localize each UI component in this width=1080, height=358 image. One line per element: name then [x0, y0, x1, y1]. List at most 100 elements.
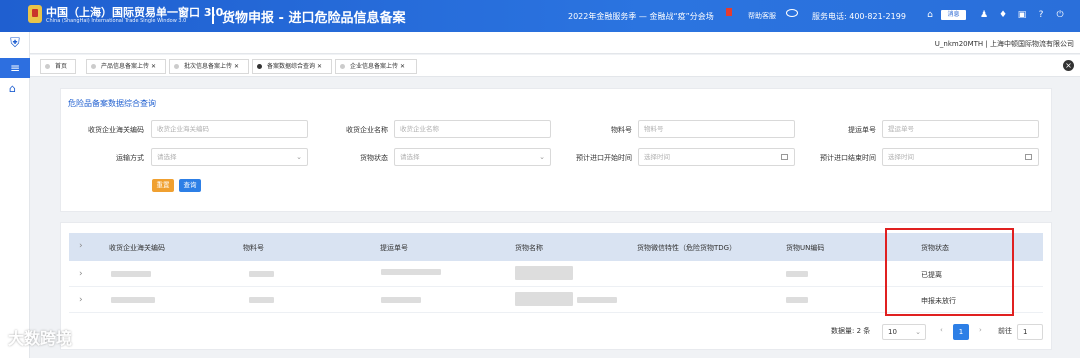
tab-label: 备案数据综合查询 — [267, 63, 316, 70]
calendar-icon — [1025, 154, 1032, 160]
chevron-down-icon: ⌄ — [539, 153, 545, 161]
chevron-down-icon: ⌄ — [915, 328, 921, 336]
cargo-status-select[interactable]: 请选择 ⌄ — [394, 148, 551, 166]
page-size-value: 10 — [888, 328, 897, 336]
column-header: 货物微信特性（危险货物TDG） — [637, 244, 737, 252]
column-header: 货物名称 — [515, 244, 543, 252]
tab-company-upload[interactable]: 企业信息备案上传 ✕ — [335, 59, 417, 74]
app-logo-icon: ⛨ — [10, 36, 20, 51]
close-all-icon[interactable]: × — [1063, 60, 1074, 71]
column-header: 物料号 — [243, 244, 264, 252]
next-page-icon[interactable]: › — [979, 326, 982, 334]
prev-page-icon[interactable]: ‹ — [940, 326, 943, 334]
column-header: 收货企业海关编码 — [109, 244, 165, 252]
field-label: 预计进口结束时间 — [820, 154, 876, 162]
chevron-right-icon: › — [79, 241, 83, 251]
tab-product-upload[interactable]: 产品信息备案上传 ✕ — [86, 59, 166, 74]
tab-dot-icon — [340, 64, 345, 69]
help-icon[interactable]: ? — [1035, 9, 1047, 21]
tab-label: 企业信息备案上传 — [350, 63, 399, 70]
field-label: 收货企业海关编码 — [88, 126, 144, 134]
field-label: 提运单号 — [848, 126, 876, 134]
page-number[interactable]: 1 — [953, 324, 969, 340]
select-placeholder: 请选择 — [157, 153, 177, 161]
redacted-value — [111, 297, 155, 303]
date-placeholder: 选择时间 — [888, 153, 914, 161]
redacted-value — [381, 269, 441, 275]
search-panel-title: 危险品备案数据综合查询 — [68, 99, 156, 108]
close-icon[interactable]: ✕ — [151, 63, 156, 70]
bill-no-input[interactable]: 提运单号 — [882, 120, 1039, 138]
start-date-picker[interactable]: 选择时间 — [638, 148, 795, 166]
expand-row-icon[interactable]: › — [79, 295, 83, 305]
column-header: 货物UN编码 — [786, 244, 825, 252]
redacted-value — [515, 266, 573, 280]
field-label: 运输方式 — [116, 154, 144, 162]
message-badge[interactable]: 消息 — [941, 10, 966, 20]
watermark: 大数跨境 — [8, 329, 73, 348]
menu-toggle-icon[interactable]: ≡ — [0, 58, 30, 78]
company-name-input[interactable]: 收货企业名称 — [394, 120, 551, 138]
home-icon[interactable]: ⌂ — [924, 9, 936, 21]
tab-home[interactable]: 首页 — [40, 59, 76, 74]
emblem-icon — [28, 5, 42, 23]
field-label: 预计进口开始时间 — [576, 154, 632, 162]
top-header: 中国（上海）国际贸易单一窗口 3.0 China (ShangHai) Inte… — [0, 0, 1080, 32]
tab-label: 首页 — [55, 63, 68, 70]
date-placeholder: 选择时间 — [644, 153, 670, 161]
power-icon[interactable]: ⏻ — [1054, 9, 1066, 21]
brand-subtitle: China (ShangHai) International Trade Sin… — [46, 18, 187, 24]
sidebar-home-icon[interactable]: ⌂ — [9, 82, 16, 95]
redacted-value — [249, 297, 274, 303]
redacted-value — [381, 297, 421, 303]
user-bar: U_nkm20MTH | 上海中顿国际物流有限公司 — [30, 32, 1080, 54]
redacted-value — [786, 297, 808, 303]
tab-record-query[interactable]: 备案数据综合查询 ✕ — [252, 59, 332, 74]
page-size-select[interactable]: 10 ⌄ — [882, 324, 926, 340]
redacted-value — [111, 271, 151, 277]
transport-mode-select[interactable]: 请选择 ⌄ — [151, 148, 308, 166]
goto-label: 前往 — [998, 327, 1012, 335]
total-count: 数据量: 2 条 — [831, 327, 871, 335]
close-icon[interactable]: ✕ — [234, 63, 239, 70]
tab-label: 产品信息备案上传 — [101, 63, 150, 70]
calendar-icon — [781, 154, 788, 160]
service-phone: 服务电话: 400-821-2199 — [812, 12, 906, 21]
field-label: 物料号 — [611, 126, 632, 134]
column-header: 提运单号 — [380, 244, 408, 252]
redacted-value — [786, 271, 808, 277]
redacted-value — [577, 297, 617, 303]
help-link[interactable]: 帮助客服 — [748, 11, 776, 21]
reset-button[interactable]: 重置 — [152, 179, 174, 192]
title-divider — [212, 7, 214, 24]
page-title: 货物申报 - 进口危险品信息备案 — [222, 11, 406, 26]
shirt-icon[interactable]: ♦ — [997, 9, 1009, 21]
goto-page-input[interactable]: 1 — [1017, 324, 1043, 340]
tab-bar: 首页 产品信息备案上传 ✕ 批次信息备案上传 ✕ 备案数据综合查询 ✕ 企业信息备案上… — [30, 55, 1080, 77]
end-date-picker[interactable]: 选择时间 — [882, 148, 1039, 166]
redacted-value — [249, 271, 274, 277]
highlight-box — [885, 228, 1014, 316]
sidebar: ⛨ ≡ ⌂ — [0, 32, 30, 358]
tab-label: 批次信息备案上传 — [184, 63, 233, 70]
tab-dot-icon — [45, 64, 50, 69]
user-info[interactable]: U_nkm20MTH | 上海中顿国际物流有限公司 — [935, 39, 1074, 49]
customs-code-input[interactable]: 收货企业海关编码 — [151, 120, 308, 138]
close-icon[interactable]: ✕ — [317, 63, 322, 70]
close-icon[interactable]: ✕ — [400, 63, 405, 70]
message-icon[interactable]: ▣ — [1016, 9, 1028, 21]
material-no-input[interactable]: 物料号 — [638, 120, 795, 138]
promo-link[interactable]: 2022年金融服务季 — 金融战“疫”分会场 — [568, 11, 714, 22]
tab-dot-icon — [91, 64, 96, 69]
query-button[interactable]: 查询 — [179, 179, 201, 192]
eye-icon[interactable] — [786, 9, 798, 17]
tab-dot-icon — [174, 64, 179, 69]
flag-icon — [726, 8, 732, 16]
user-icon[interactable]: ♟ — [978, 9, 990, 21]
select-placeholder: 请选择 — [400, 153, 420, 161]
redacted-value — [515, 292, 573, 306]
field-label: 货物状态 — [360, 154, 388, 162]
tab-dot-icon — [257, 64, 262, 69]
tab-batch-upload[interactable]: 批次信息备案上传 ✕ — [169, 59, 249, 74]
expand-row-icon[interactable]: › — [79, 269, 83, 279]
